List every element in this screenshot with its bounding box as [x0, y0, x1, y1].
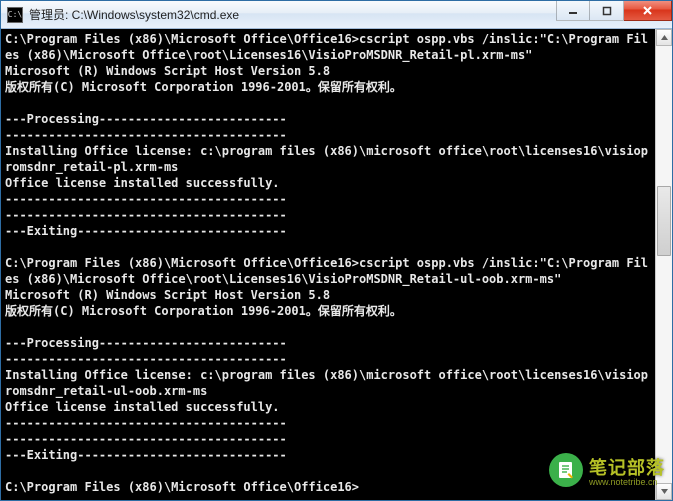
vertical-scrollbar[interactable] [655, 29, 672, 500]
close-button[interactable] [624, 1, 672, 21]
console-output[interactable]: C:\Program Files (x86)\Microsoft Office\… [1, 29, 655, 500]
scroll-down-button[interactable] [656, 483, 672, 500]
scroll-up-button[interactable] [656, 29, 672, 46]
scroll-track[interactable] [656, 46, 672, 483]
maximize-button[interactable] [590, 1, 624, 21]
minimize-button[interactable] [556, 1, 590, 21]
window-title: 管理员: C:\Windows\system32\cmd.exe [29, 6, 239, 23]
scroll-thumb[interactable] [657, 186, 671, 256]
chevron-up-icon [661, 35, 668, 40]
chevron-down-icon [661, 489, 668, 494]
window-controls [556, 1, 672, 28]
close-icon [642, 5, 653, 16]
maximize-icon [602, 6, 612, 16]
cmd-window: C:\ 管理员: C:\Windows\system32\cmd.exe C:\… [0, 0, 673, 501]
minimize-icon [568, 6, 578, 16]
console-area: C:\Program Files (x86)\Microsoft Office\… [1, 29, 672, 500]
titlebar[interactable]: C:\ 管理员: C:\Windows\system32\cmd.exe [1, 1, 672, 29]
cmd-icon: C:\ [7, 7, 23, 23]
